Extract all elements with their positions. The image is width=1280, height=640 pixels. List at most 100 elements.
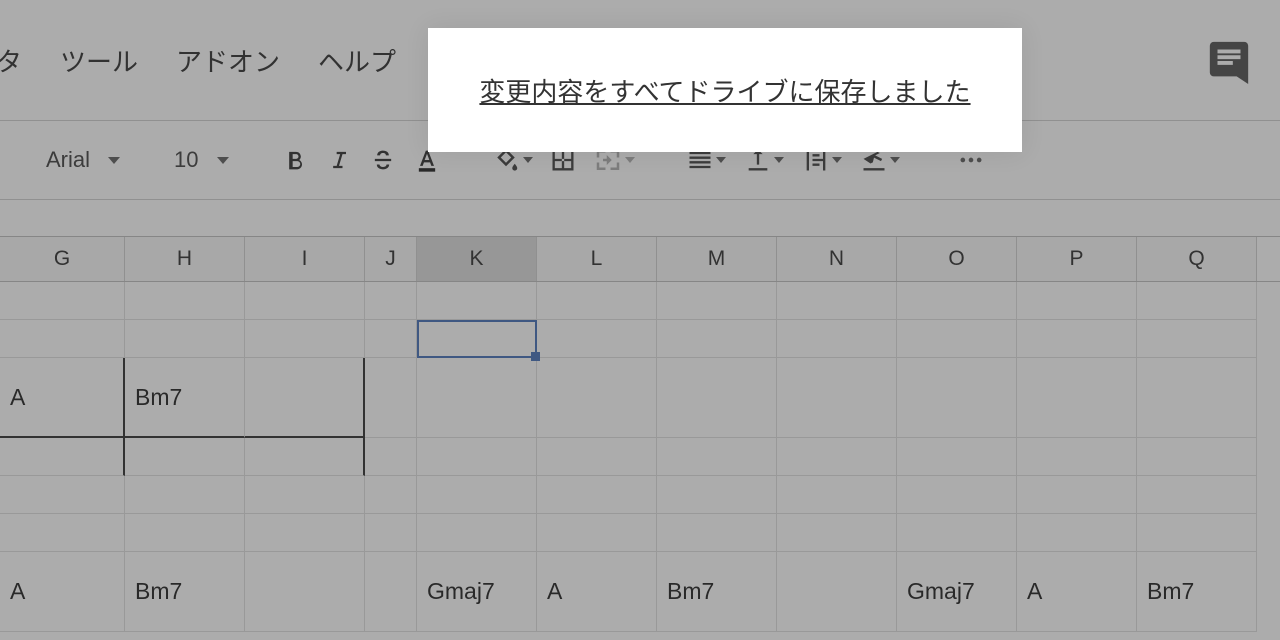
cell[interactable]: Bm7 [1137, 552, 1257, 632]
cell[interactable] [245, 438, 365, 476]
cell[interactable] [365, 476, 417, 514]
cell[interactable] [0, 476, 125, 514]
cell[interactable] [365, 438, 417, 476]
cell[interactable] [1137, 282, 1257, 320]
cell[interactable] [657, 514, 777, 552]
cell[interactable] [1017, 476, 1137, 514]
cell[interactable] [1017, 358, 1137, 438]
strikethrough-button[interactable] [361, 138, 405, 182]
cell[interactable] [777, 320, 897, 358]
cell[interactable] [0, 282, 125, 320]
cell[interactable] [125, 320, 245, 358]
cell[interactable]: A [1017, 552, 1137, 632]
cell[interactable] [0, 514, 125, 552]
cell[interactable] [657, 358, 777, 438]
cell[interactable] [365, 282, 417, 320]
cell[interactable] [365, 358, 417, 438]
cell[interactable] [1137, 358, 1257, 438]
cell[interactable] [417, 476, 537, 514]
column-header-n[interactable]: N [777, 237, 897, 281]
italic-button[interactable] [317, 138, 361, 182]
cell[interactable] [365, 320, 417, 358]
font-select[interactable]: Arial [36, 147, 130, 173]
cell[interactable] [417, 320, 537, 358]
cell[interactable] [1017, 282, 1137, 320]
cell[interactable] [537, 282, 657, 320]
cell[interactable] [897, 476, 1017, 514]
bold-button[interactable] [273, 138, 317, 182]
cell[interactable] [657, 476, 777, 514]
cell[interactable] [777, 514, 897, 552]
cell[interactable]: Bm7 [657, 552, 777, 632]
column-header-k[interactable]: K [417, 237, 537, 281]
cell[interactable]: A [537, 552, 657, 632]
cell[interactable] [0, 320, 125, 358]
cell[interactable] [537, 514, 657, 552]
cell[interactable] [777, 476, 897, 514]
cell[interactable] [417, 514, 537, 552]
cell[interactable] [1137, 514, 1257, 552]
menu-item-data[interactable]: ータ [0, 42, 22, 79]
cell[interactable] [365, 514, 417, 552]
column-header-p[interactable]: P [1017, 237, 1137, 281]
cell[interactable] [537, 438, 657, 476]
cell[interactable] [125, 514, 245, 552]
cell[interactable]: A [0, 358, 125, 438]
cell[interactable] [1137, 476, 1257, 514]
cell[interactable] [417, 282, 537, 320]
menu-item-tools[interactable]: ツール [60, 42, 138, 79]
cell[interactable] [777, 282, 897, 320]
cell[interactable] [245, 358, 365, 438]
cell[interactable] [125, 476, 245, 514]
cell[interactable] [897, 282, 1017, 320]
cell[interactable] [0, 438, 125, 476]
cell[interactable] [1017, 514, 1137, 552]
font-size-select[interactable]: 10 [164, 147, 238, 173]
cell[interactable] [125, 438, 245, 476]
cell[interactable] [1137, 438, 1257, 476]
cell[interactable] [657, 282, 777, 320]
cell[interactable]: Bm7 [125, 552, 245, 632]
cell[interactable] [777, 438, 897, 476]
cell[interactable] [537, 476, 657, 514]
cell[interactable] [1137, 320, 1257, 358]
menu-item-addons[interactable]: アドオン [176, 42, 280, 79]
cell[interactable] [897, 514, 1017, 552]
column-header-i[interactable]: I [245, 237, 365, 281]
cell[interactable] [245, 552, 365, 632]
cell[interactable] [365, 552, 417, 632]
column-header-j[interactable]: J [365, 237, 417, 281]
cell[interactable] [245, 282, 365, 320]
cell[interactable]: Gmaj7 [897, 552, 1017, 632]
column-header-o[interactable]: O [897, 237, 1017, 281]
cell[interactable] [657, 438, 777, 476]
cell[interactable] [1017, 320, 1137, 358]
save-status-link[interactable]: 変更内容をすべてドライブに保存しました [428, 28, 1022, 152]
cell[interactable] [245, 514, 365, 552]
column-header-h[interactable]: H [125, 237, 245, 281]
cell[interactable] [245, 476, 365, 514]
column-header-m[interactable]: M [657, 237, 777, 281]
cell[interactable] [777, 358, 897, 438]
cell[interactable] [125, 282, 245, 320]
cell[interactable]: Gmaj7 [417, 552, 537, 632]
comment-icon[interactable] [1206, 38, 1252, 84]
spreadsheet-grid[interactable]: ABm7ABm7Gmaj7ABm7Gmaj7ABm7 [0, 282, 1280, 632]
cell[interactable] [897, 438, 1017, 476]
cell[interactable]: Bm7 [125, 358, 245, 438]
cell[interactable] [245, 320, 365, 358]
cell[interactable] [897, 358, 1017, 438]
cell[interactable]: A [0, 552, 125, 632]
column-header-g[interactable]: G [0, 237, 125, 281]
cell[interactable] [657, 320, 777, 358]
cell[interactable] [537, 320, 657, 358]
column-header-l[interactable]: L [537, 237, 657, 281]
cell[interactable] [777, 552, 897, 632]
cell[interactable] [417, 438, 537, 476]
cell[interactable] [537, 358, 657, 438]
cell[interactable] [417, 358, 537, 438]
cell[interactable] [1017, 438, 1137, 476]
column-header-q[interactable]: Q [1137, 237, 1257, 281]
menu-item-help[interactable]: ヘルプ [318, 42, 396, 79]
cell[interactable] [897, 320, 1017, 358]
